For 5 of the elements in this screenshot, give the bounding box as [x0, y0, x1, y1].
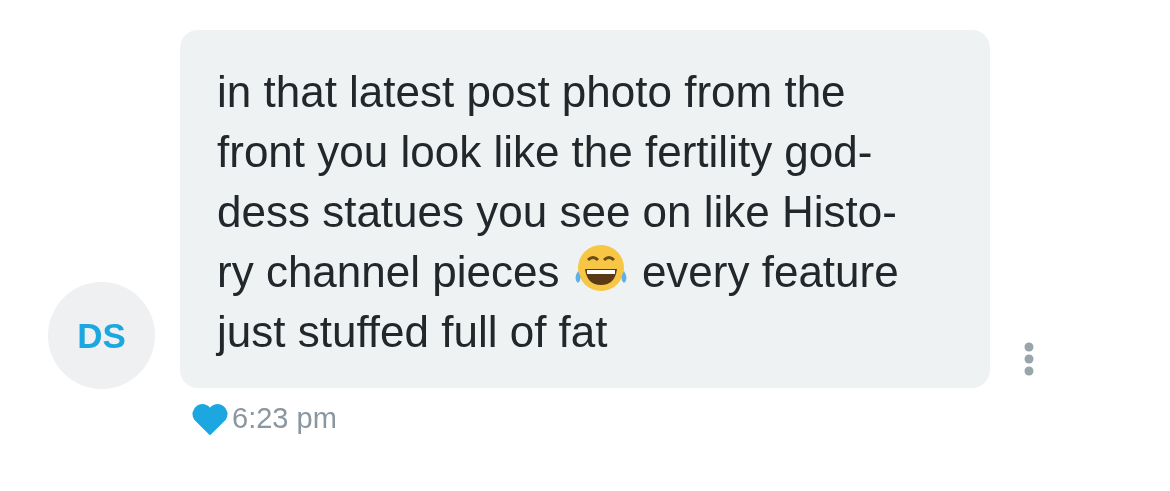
avatar[interactable]: DS: [48, 282, 155, 389]
more-options-icon[interactable]: [1024, 342, 1034, 376]
message-time: 6:23 pm: [232, 402, 337, 435]
message-text: in that latest post photo from the front you look like the fertility god- dess statues you see on like Histo- ry channel pieces every feature just stuffed full of fat: [217, 66, 900, 358]
heart-icon[interactable]: [192, 402, 228, 435]
